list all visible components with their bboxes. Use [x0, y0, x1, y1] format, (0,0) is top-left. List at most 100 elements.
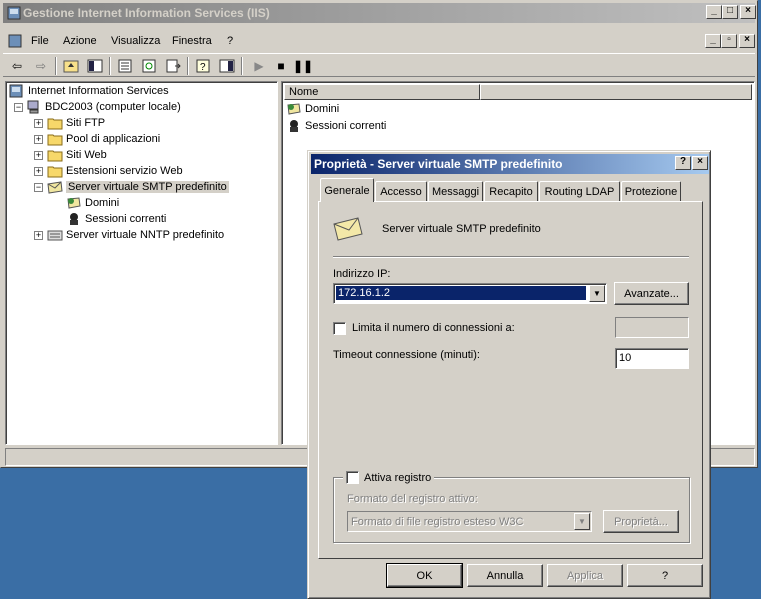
tab-recapito[interactable]: Recapito — [484, 181, 538, 201]
chevron-down-icon[interactable]: ▼ — [589, 285, 605, 302]
list-label: Domini — [305, 103, 340, 115]
iis-icon — [7, 6, 21, 23]
expand-icon[interactable]: + — [34, 151, 43, 160]
folder-icon — [47, 164, 63, 178]
up-folder-icon[interactable] — [61, 57, 81, 75]
tree-label: Pool di applicazioni — [66, 133, 161, 145]
tree-item-computer[interactable]: BDC2003 (computer locale) — [26, 100, 181, 114]
play-icon[interactable]: ▶ — [249, 57, 269, 75]
limit-connections-field[interactable] — [615, 317, 689, 338]
menu-azione[interactable]: Azione — [63, 35, 97, 47]
svg-text:?: ? — [200, 62, 206, 73]
cancel-button[interactable]: Annulla — [467, 564, 543, 587]
forward-arrow-icon[interactable]: ⇨ — [31, 57, 51, 75]
child-minimize-button[interactable]: _ — [705, 34, 721, 48]
dialog-close-button[interactable]: × — [692, 156, 708, 170]
limit-connections-label: Limita il numero di connessioni a: — [352, 322, 515, 334]
chevron-down-icon[interactable]: ▼ — [574, 513, 590, 530]
help-icon[interactable]: ? — [193, 57, 213, 75]
tree-item-web-extensions[interactable]: Estensioni servizio Web — [47, 164, 183, 178]
tree-label: Siti Web — [66, 149, 107, 161]
ip-address-label: Indirizzo IP: — [333, 268, 391, 280]
properties-dialog: Proprietà - Server virtuale SMTP predefi… — [307, 150, 711, 599]
enable-log-checkbox[interactable] — [346, 471, 359, 484]
menu-help[interactable]: ? — [227, 35, 233, 47]
tab-routing-ldap[interactable]: Routing LDAP — [539, 181, 620, 201]
apply-button[interactable]: Applica — [547, 564, 623, 587]
tab-page-generale: Server virtuale SMTP predefinito Indiriz… — [318, 201, 703, 559]
tab-generale[interactable]: Generale — [320, 178, 374, 202]
expand-icon[interactable]: + — [34, 135, 43, 144]
tree-item-root[interactable]: Internet Information Services — [9, 84, 169, 98]
separator — [333, 256, 689, 258]
domains-icon — [66, 196, 82, 210]
pause-icon[interactable]: ❚❚ — [293, 57, 313, 75]
dialog-title-text: Proprietà - Server virtuale SMTP predefi… — [314, 157, 563, 171]
child-close-button[interactable]: × — [739, 34, 755, 48]
log-format-value: Formato di file registro esteso W3C — [351, 516, 524, 528]
tree-label: Sessioni correnti — [85, 213, 167, 225]
console-tree-icon[interactable] — [217, 57, 237, 75]
menu-visualizza[interactable]: Visualizza — [111, 35, 160, 47]
ok-button[interactable]: OK — [386, 563, 463, 588]
column-header-name[interactable]: Nome — [284, 84, 480, 100]
tree-item-app-pools[interactable]: Pool di applicazioni — [47, 132, 160, 146]
menu-finestra[interactable]: Finestra — [172, 35, 212, 47]
dialog-help-button[interactable]: ? — [675, 156, 691, 170]
menu-file[interactable]: File — [31, 35, 49, 47]
close-button[interactable]: × — [740, 5, 756, 19]
expand-icon[interactable]: + — [34, 231, 43, 240]
properties-icon[interactable] — [115, 57, 135, 75]
timeout-field[interactable]: 10 — [615, 348, 689, 369]
tree-pane: Internet Information Services − BDC2003 … — [5, 81, 278, 445]
domains-icon — [286, 102, 302, 116]
limit-connections-checkbox[interactable] — [333, 322, 346, 335]
maximize-button[interactable]: □ — [722, 5, 738, 19]
tree-label: Siti FTP — [66, 117, 106, 129]
collapse-icon[interactable]: − — [14, 103, 23, 112]
minimize-button[interactable]: _ — [706, 5, 722, 19]
advanced-button[interactable]: Avanzate... — [614, 282, 689, 305]
child-restore-button[interactable]: ▫ — [721, 34, 737, 48]
tree-item-ftp[interactable]: Siti FTP — [47, 116, 105, 130]
tree-item-nntp[interactable]: Server virtuale NNTP predefinito — [47, 228, 224, 242]
tree-label: Estensioni servizio Web — [66, 165, 183, 177]
refresh-icon[interactable] — [139, 57, 159, 75]
tab-protezione[interactable]: Protezione — [621, 181, 681, 201]
log-format-label: Formato del registro attivo: — [347, 493, 478, 505]
dialog-title-bar[interactable]: Proprietà - Server virtuale SMTP predefi… — [311, 154, 709, 174]
collapse-icon[interactable]: − — [34, 183, 43, 192]
sessions-icon — [66, 212, 82, 226]
list-label: Sessioni correnti — [305, 120, 387, 132]
tree-item-domains[interactable]: Domini — [66, 196, 119, 210]
back-arrow-icon[interactable]: ⇦ — [7, 57, 27, 75]
tree-item-smtp[interactable]: Server virtuale SMTP predefinito — [47, 180, 229, 194]
computer-icon — [26, 100, 42, 114]
mmc-title-bar[interactable]: Gestione Internet Information Services (… — [3, 3, 755, 23]
list-item[interactable]: Sessioni correnti — [286, 119, 386, 133]
folder-icon — [47, 132, 63, 146]
expand-icon[interactable]: + — [34, 119, 43, 128]
toolbar: ⇦ ⇨ ? ▶ ■ ❚❚ — [3, 53, 755, 77]
ip-address-combo[interactable]: 172.16.1.2 ▼ — [333, 283, 607, 304]
mdi-icon[interactable] — [7, 33, 23, 52]
help-button[interactable]: ? — [627, 564, 703, 587]
stop-icon[interactable]: ■ — [271, 57, 291, 75]
folder-icon — [47, 148, 63, 162]
export-list-icon[interactable] — [163, 57, 183, 75]
log-properties-button[interactable]: Proprietà... — [603, 510, 679, 533]
mmc-title-text: Gestione Internet Information Services (… — [23, 6, 270, 20]
ip-address-value: 172.16.1.2 — [336, 286, 586, 300]
log-format-combo[interactable]: Formato di file registro esteso W3C ▼ — [347, 511, 592, 532]
folder-icon — [47, 116, 63, 130]
tree-item-websites[interactable]: Siti Web — [47, 148, 107, 162]
tab-accesso[interactable]: Accesso — [375, 181, 427, 201]
column-header-empty[interactable] — [480, 84, 752, 100]
logging-legend: Attiva registro — [343, 471, 435, 484]
menu-bar: File Azione Visualizza Finestra ? _ ▫ × — [3, 31, 755, 51]
tree-item-sessions[interactable]: Sessioni correnti — [66, 212, 166, 226]
show-tree-icon[interactable] — [85, 57, 105, 75]
tab-messaggi[interactable]: Messaggi — [428, 181, 483, 201]
list-item[interactable]: Domini — [286, 102, 339, 116]
expand-icon[interactable]: + — [34, 167, 43, 176]
